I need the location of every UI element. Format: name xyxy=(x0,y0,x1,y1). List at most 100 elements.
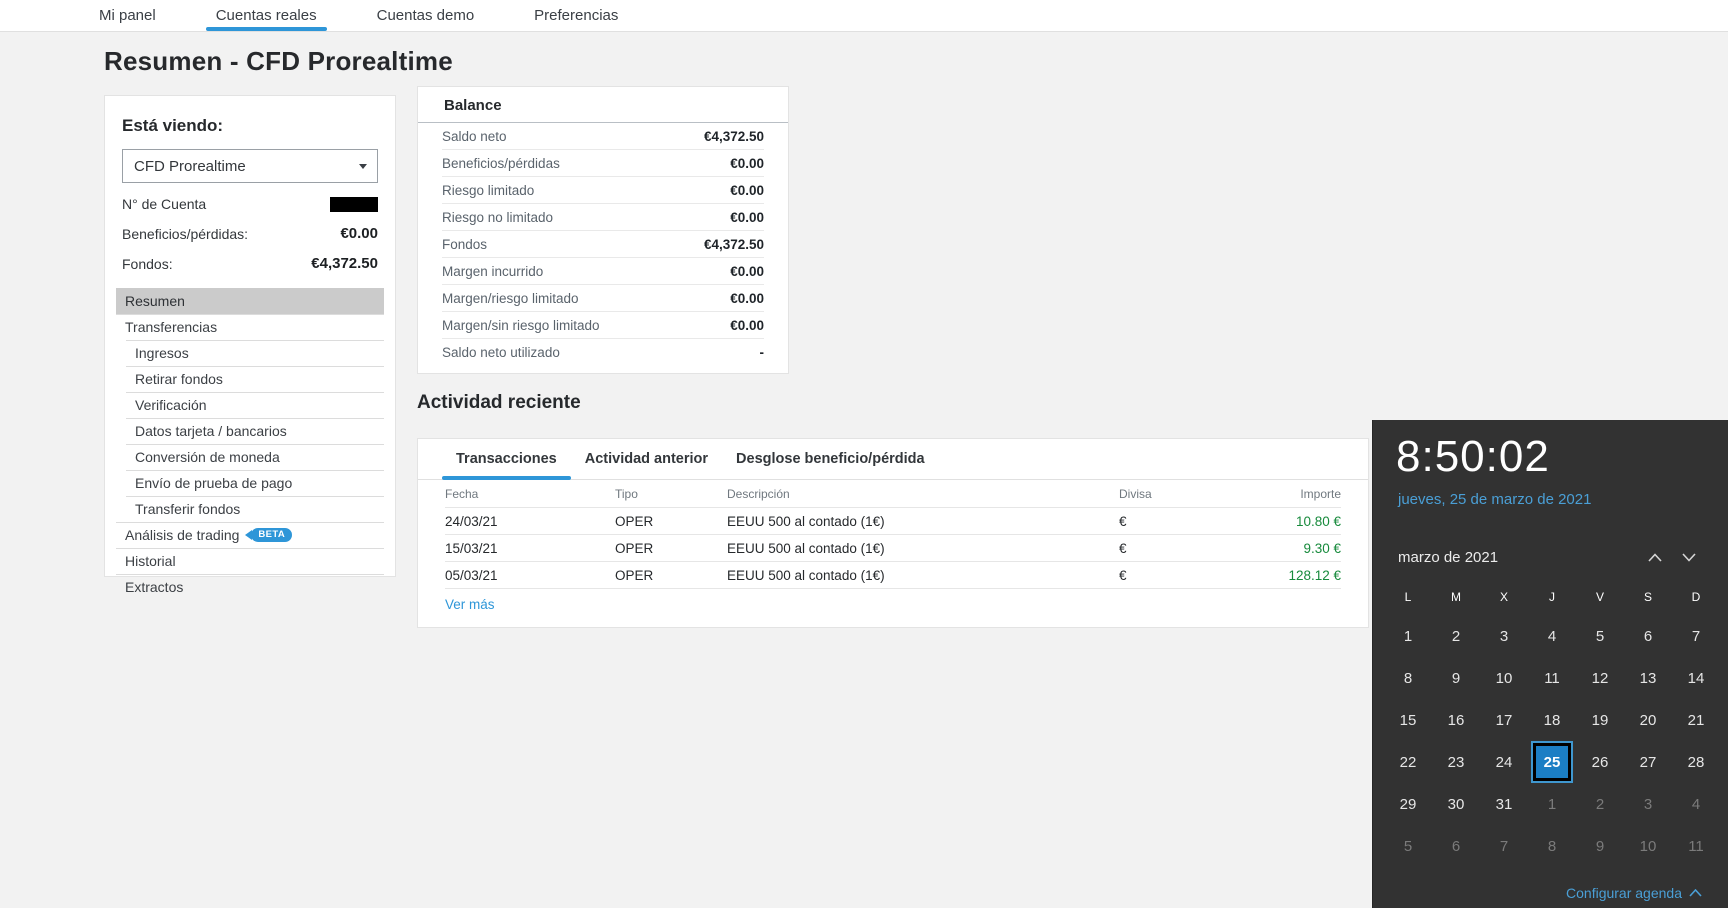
calendar-day-12[interactable]: 12 xyxy=(1576,657,1624,699)
sidebar-item-verificacion[interactable]: Verificación xyxy=(116,392,384,418)
column-header-fecha: Fecha xyxy=(445,486,479,501)
clock-full-date: jueves, 25 de marzo de 2021 xyxy=(1398,491,1592,508)
nav-tab-cuentas-reales[interactable]: Cuentas reales xyxy=(205,0,327,31)
cell-importe: 10.80 € xyxy=(1295,513,1341,529)
calendar-day-1-next[interactable]: 1 xyxy=(1528,783,1576,825)
sidebar-item-transferencias[interactable]: Transferencias xyxy=(116,314,384,340)
calendar-day-25[interactable]: 25 xyxy=(1528,741,1576,783)
calendar-prev-month-button[interactable] xyxy=(1638,545,1672,569)
calendar-day-5-next[interactable]: 5 xyxy=(1384,825,1432,867)
transactions-table: Fecha Tipo Descripción Divisa Importe 24/03/… xyxy=(445,480,1341,614)
profit-loss-value: €0.00 xyxy=(340,225,378,242)
calendar-day-16[interactable]: 16 xyxy=(1432,699,1480,741)
cell-fecha: 24/03/21 xyxy=(445,513,498,529)
cell-divisa: € xyxy=(1119,513,1127,529)
account-select[interactable]: CFD Prorealtime xyxy=(122,149,378,183)
calendar-day-21[interactable]: 21 xyxy=(1672,699,1720,741)
sidebar-item-conversion-de-moneda[interactable]: Conversión de moneda xyxy=(116,444,384,470)
sidebar-item-retirar-fondos[interactable]: Retirar fondos xyxy=(116,366,384,392)
calendar-day-31[interactable]: 31 xyxy=(1480,783,1528,825)
balance-row-margen-riesgo-limitado: Margen/riesgo limitado €0.00 xyxy=(442,285,764,312)
calendar-day-4-next[interactable]: 4 xyxy=(1672,783,1720,825)
nav-tab-cuentas-demo[interactable]: Cuentas demo xyxy=(371,0,481,31)
weekday-l: L xyxy=(1404,590,1412,604)
balance-row-value: €4,372.50 xyxy=(703,128,764,144)
sidebar-item-historial[interactable]: Historial xyxy=(116,548,384,574)
calendar-day-4[interactable]: 4 xyxy=(1528,615,1576,657)
activity-title: Actividad reciente xyxy=(417,392,581,413)
calendar-day-7[interactable]: 7 xyxy=(1672,615,1720,657)
calendar-day-9[interactable]: 9 xyxy=(1432,657,1480,699)
cell-divisa: € xyxy=(1119,567,1127,583)
balance-rows: Saldo neto €4,372.50 Beneficios/pérdidas €0… xyxy=(418,123,788,365)
chevron-up-icon xyxy=(1648,552,1662,562)
sidebar-item-resumen[interactable]: Resumen xyxy=(116,288,384,314)
calendar-weekday-row: LMXJVSD xyxy=(1384,584,1720,610)
cell-divisa: € xyxy=(1119,540,1127,556)
calendar-day-8-next[interactable]: 8 xyxy=(1528,825,1576,867)
balance-row-value: €4,372.50 xyxy=(703,236,764,252)
calendar-day-27[interactable]: 27 xyxy=(1624,741,1672,783)
calendar-day-10[interactable]: 10 xyxy=(1480,657,1528,699)
balance-row-saldo-neto: Saldo neto €4,372.50 xyxy=(442,123,764,150)
balance-row-label: Fondos xyxy=(442,236,488,252)
weekday-j: J xyxy=(1549,590,1555,604)
calendar-day-11-next[interactable]: 11 xyxy=(1672,825,1720,867)
configure-agenda-link[interactable]: Configurar agenda xyxy=(1566,885,1702,901)
calendar-month-row: marzo de 2021 xyxy=(1398,545,1706,569)
calendar-next-month-button[interactable] xyxy=(1672,545,1706,569)
calendar-day-2[interactable]: 2 xyxy=(1432,615,1480,657)
nav-tab-mi-panel[interactable]: Mi panel xyxy=(93,0,162,31)
calendar-day-28[interactable]: 28 xyxy=(1672,741,1720,783)
balance-row-label: Margen/sin riesgo limitado xyxy=(442,317,600,333)
nav-tab-preferencias[interactable]: Preferencias xyxy=(528,0,624,31)
calendar-day-11[interactable]: 11 xyxy=(1528,657,1576,699)
clock-time: 8:50:02 xyxy=(1396,432,1550,481)
calendar-day-9-next[interactable]: 9 xyxy=(1576,825,1624,867)
see-more-link[interactable]: Ver más xyxy=(445,597,495,612)
sidebar-item-transferir-fondos[interactable]: Transferir fondos xyxy=(116,496,384,522)
cell-tipo: OPER xyxy=(615,567,654,583)
sidebar-item-extractos[interactable]: Extractos xyxy=(116,574,384,600)
sidebar-item-ingresos[interactable]: Ingresos xyxy=(116,340,384,366)
table-row: 24/03/21 OPER EEUU 500 al contado (1€) €10.… xyxy=(445,508,1341,535)
calendar-day-1[interactable]: 1 xyxy=(1384,615,1432,657)
sidebar-item-datos-tarjeta-bancarios[interactable]: Datos tarjeta / bancarios xyxy=(116,418,384,444)
calendar-day-6[interactable]: 6 xyxy=(1624,615,1672,657)
balance-row-label: Saldo neto xyxy=(442,128,507,144)
calendar-day-17[interactable]: 17 xyxy=(1480,699,1528,741)
calendar-day-5[interactable]: 5 xyxy=(1576,615,1624,657)
calendar-day-23[interactable]: 23 xyxy=(1432,741,1480,783)
weekday-v: V xyxy=(1595,590,1604,604)
calendar-day-3[interactable]: 3 xyxy=(1480,615,1528,657)
tab-desglose-beneficio-perdida[interactable]: Desglose beneficio/pérdida xyxy=(722,439,939,479)
tab-transacciones[interactable]: Transacciones xyxy=(442,439,571,480)
calendar-day-24[interactable]: 24 xyxy=(1480,741,1528,783)
calendar-day-13[interactable]: 13 xyxy=(1624,657,1672,699)
sidebar-item-analisis-de-trading[interactable]: Análisis de trading BETA xyxy=(116,522,384,548)
calendar-day-10-next[interactable]: 10 xyxy=(1624,825,1672,867)
calendar-day-8[interactable]: 8 xyxy=(1384,657,1432,699)
tab-actividad-anterior[interactable]: Actividad anterior xyxy=(571,439,722,479)
sidebar-item-envio-de-prueba-de-pago[interactable]: Envío de prueba de pago xyxy=(116,470,384,496)
calendar-day-3-next[interactable]: 3 xyxy=(1624,783,1672,825)
column-header-descripcion: Descripción xyxy=(727,486,790,501)
chevron-down-icon xyxy=(359,163,367,169)
calendar-day-14[interactable]: 14 xyxy=(1672,657,1720,699)
calendar-day-7-next[interactable]: 7 xyxy=(1480,825,1528,867)
calendar-month-label: marzo de 2021 xyxy=(1398,548,1499,566)
calendar-day-22[interactable]: 22 xyxy=(1384,741,1432,783)
calendar-day-15[interactable]: 15 xyxy=(1384,699,1432,741)
calendar-day-18[interactable]: 18 xyxy=(1528,699,1576,741)
calendar-day-20[interactable]: 20 xyxy=(1624,699,1672,741)
calendar-day-2-next[interactable]: 2 xyxy=(1576,783,1624,825)
calendar-day-29[interactable]: 29 xyxy=(1384,783,1432,825)
calendar-day-6-next[interactable]: 6 xyxy=(1432,825,1480,867)
calendar-day-19[interactable]: 19 xyxy=(1576,699,1624,741)
weekday-m: M xyxy=(1451,590,1461,604)
sidebar-item-label: Retirar fondos xyxy=(135,371,223,387)
calendar-day-26[interactable]: 26 xyxy=(1576,741,1624,783)
calendar-day-30[interactable]: 30 xyxy=(1432,783,1480,825)
redacted-account-number xyxy=(330,196,378,212)
balance-row-label: Riesgo no limitado xyxy=(442,209,554,225)
